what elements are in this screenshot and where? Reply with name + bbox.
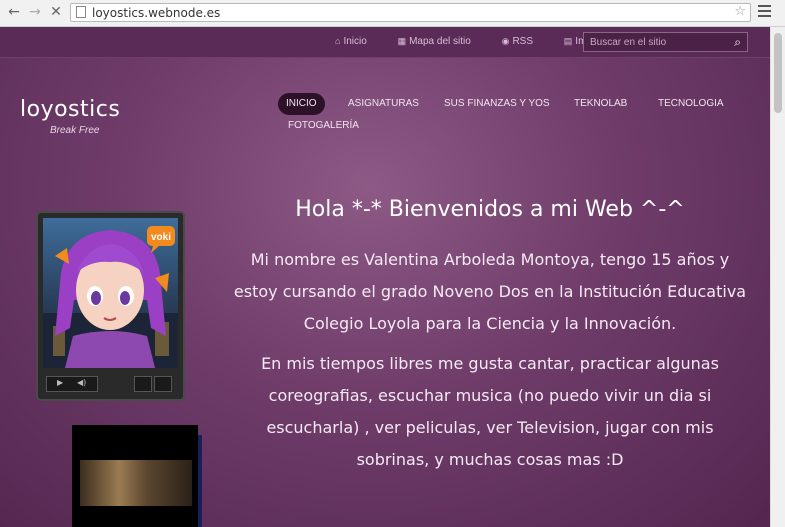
site-logo[interactable]: loyostics: [20, 97, 120, 122]
browser-menu-icon[interactable]: [758, 5, 771, 17]
site-search: ⌕: [583, 32, 748, 52]
volume-icon[interactable]: ◀): [77, 378, 86, 387]
voki-badge: voki: [151, 232, 171, 243]
player-button[interactable]: [154, 376, 172, 392]
site-tagline: Break Free: [50, 125, 100, 136]
site-topbar: ⌂Inicio ▦Mapa del sitio ◉RSS ▤Imprimir ⌕: [0, 27, 770, 58]
avatar-player[interactable]: voki ▶ ◀): [36, 211, 185, 401]
main-content: Hola *-* Bienvenidos a mi Web ^-^ Mi nom…: [228, 197, 752, 484]
address-url[interactable]: loyostics.webnode.es: [92, 6, 220, 20]
nav-item-inicio[interactable]: INICIO: [278, 93, 325, 115]
play-icon[interactable]: ▶: [57, 378, 63, 387]
video-shade: [72, 425, 198, 457]
avatar-illustration: voki: [43, 226, 178, 368]
address-bar[interactable]: loyostics.webnode.es ☆: [70, 3, 751, 22]
video-embed[interactable]: [72, 425, 202, 527]
nav-item-asignaturas[interactable]: ASIGNATURAS: [340, 93, 427, 115]
nav-item-finanzas[interactable]: SUS FINANZAS Y YOS: [436, 93, 558, 115]
search-input[interactable]: [584, 33, 736, 51]
nav-item-teknolab[interactable]: TEKNOLAB: [566, 93, 635, 115]
welcome-title: Hola *-* Bienvenidos a mi Web ^-^: [295, 197, 685, 222]
home-icon: ⌂: [335, 36, 341, 46]
player-button[interactable]: [134, 376, 152, 392]
video-thumbnail[interactable]: [80, 460, 192, 506]
print-icon: ▤: [563, 36, 573, 46]
sitemap-icon: ▦: [397, 36, 407, 46]
scrollbar-thumb[interactable]: [774, 33, 782, 113]
avatar-image: voki: [43, 218, 178, 368]
rss-icon: ◉: [501, 36, 510, 46]
page-scrollbar[interactable]: [770, 27, 785, 527]
intro-paragraph: Mi nombre es Valentina Arboleda Montoya,…: [233, 250, 747, 333]
page-icon: [76, 6, 86, 18]
sitemap-link[interactable]: ▦ Mapa del sitio: [398, 36, 485, 47]
nav-item-tecnologia[interactable]: TECNOLOGIA: [650, 93, 732, 115]
rss-link[interactable]: ◉ RSS: [502, 36, 547, 47]
browser-toolbar: ← → ✕ loyostics.webnode.es ☆: [0, 0, 785, 27]
forward-icon[interactable]: →: [27, 4, 43, 20]
back-icon[interactable]: ←: [6, 4, 22, 20]
page-viewport: ⌂Inicio ▦Mapa del sitio ◉RSS ▤Imprimir ⌕…: [0, 27, 770, 527]
bookmark-star-icon[interactable]: ☆: [734, 4, 746, 19]
close-icon[interactable]: ✕: [48, 4, 64, 20]
home-link-label[interactable]: Inicio: [343, 36, 366, 47]
nav-item-fotogaleria[interactable]: FOTOGALERÍA: [280, 115, 367, 137]
sitemap-link-label[interactable]: Mapa del sitio: [409, 36, 471, 47]
player-controls[interactable]: ▶ ◀): [46, 376, 98, 392]
search-icon[interactable]: ⌕: [734, 35, 741, 50]
home-link[interactable]: ⌂ Inicio: [335, 36, 381, 47]
hobbies-paragraph: En mis tiempos libres me gusta cantar, p…: [261, 354, 719, 469]
video-edge: [198, 435, 202, 527]
rss-link-label[interactable]: RSS: [512, 36, 533, 47]
